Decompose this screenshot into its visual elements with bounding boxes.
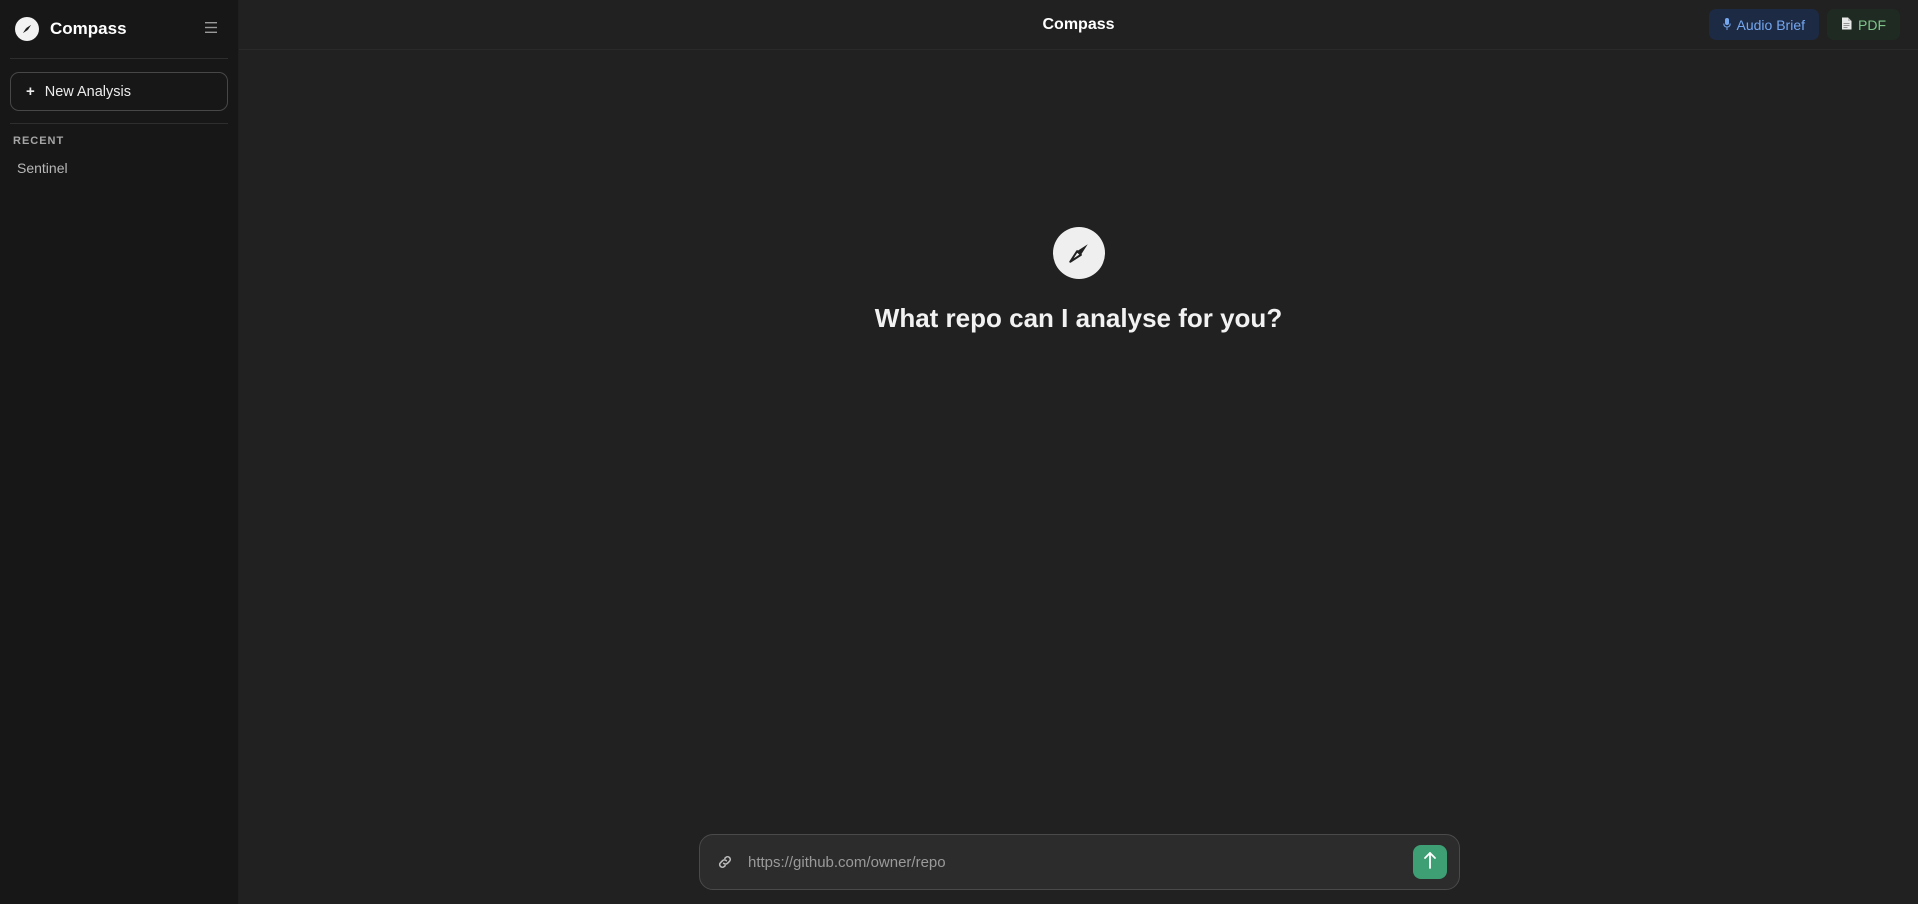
app-root: Compass + New Analysis RECENT Sentinel C… <box>0 0 1918 904</box>
arrow-up-icon <box>1423 851 1437 874</box>
plus-icon: + <box>26 83 35 100</box>
repo-input-bar <box>699 834 1460 890</box>
new-analysis-button[interactable]: + New Analysis <box>10 72 228 111</box>
brand[interactable]: Compass <box>15 17 127 41</box>
audio-brief-label: Audio Brief <box>1736 16 1805 33</box>
pdf-button[interactable]: PDF <box>1827 9 1900 40</box>
new-analysis-label: New Analysis <box>44 83 131 100</box>
recent-section-label: RECENT <box>13 135 65 147</box>
sidebar-divider <box>10 123 228 124</box>
audio-brief-button[interactable]: Audio Brief <box>1708 9 1819 40</box>
document-icon <box>1841 17 1852 33</box>
menu-icon[interactable] <box>201 16 221 42</box>
sidebar: Compass + New Analysis RECENT Sentinel <box>0 0 239 904</box>
recent-item-sentinel[interactable]: Sentinel <box>10 160 228 176</box>
link-icon <box>716 853 734 871</box>
sidebar-header: Compass <box>10 0 228 59</box>
top-actions: Audio Brief PDF <box>1708 9 1900 40</box>
repo-url-input[interactable] <box>748 853 1413 871</box>
compass-icon <box>1052 227 1105 279</box>
pdf-label: PDF <box>1858 16 1886 33</box>
submit-button[interactable] <box>1413 845 1447 879</box>
hero-prompt: What repo can I analyse for you? <box>874 303 1283 333</box>
microphone-icon <box>1722 17 1731 33</box>
top-bar: Compass Audio Brief PDF <box>239 0 1918 50</box>
main-panel: Compass Audio Brief PDF What repo can I … <box>239 0 1918 904</box>
brand-name: Compass <box>50 19 127 38</box>
hero: What repo can I analyse for you? <box>239 227 1918 334</box>
page-title: Compass <box>1042 15 1115 33</box>
compass-logo-icon <box>15 17 39 41</box>
